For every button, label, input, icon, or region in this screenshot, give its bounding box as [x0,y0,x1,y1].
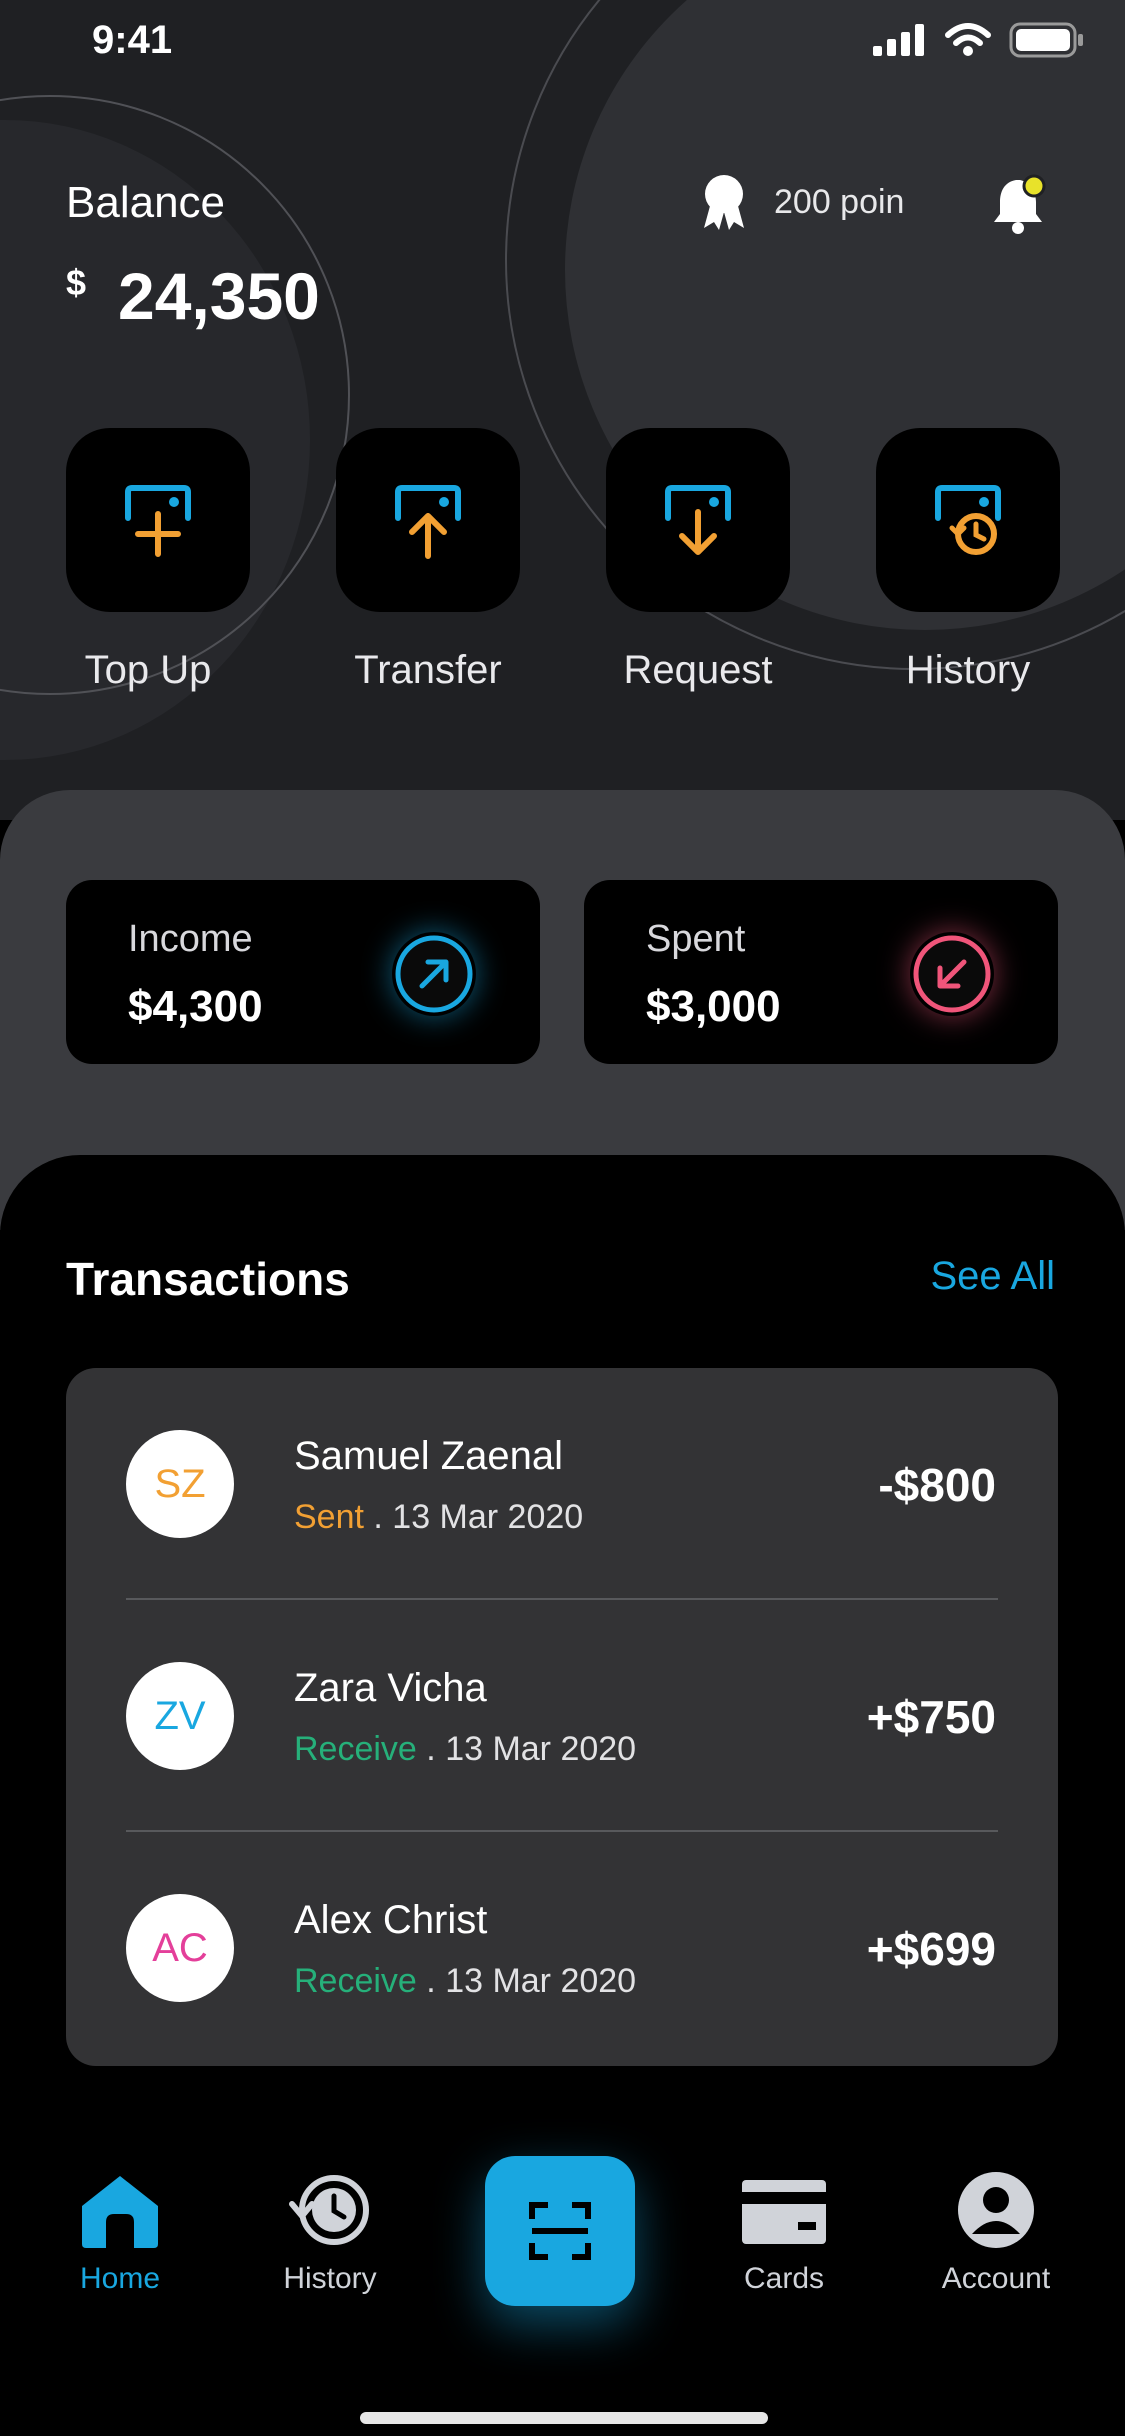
transaction-date: 13 Mar 2020 [445,1730,637,1768]
transfer-label: Transfer [354,648,502,692]
bottom-nav: Home History Cards Account [0,2140,1125,2340]
notification-button[interactable] [990,172,1050,241]
top-up-button[interactable] [66,428,250,612]
nav-home[interactable]: Home [30,2170,210,2296]
transactions-list: SZ Samuel Zaenal Sent . 13 Mar 2020 -$80… [66,1368,1058,2066]
transaction-meta: Sent . 13 Mar 2020 [294,1498,583,1537]
transaction-row[interactable]: SZ Samuel Zaenal Sent . 13 Mar 2020 -$80… [66,1368,1058,1600]
transaction-meta: Receive . 13 Mar 2020 [294,1962,636,2001]
battery-icon [1009,22,1083,58]
spent-card[interactable]: Spent $3,000 [584,880,1058,1064]
transfer-button[interactable] [336,428,520,612]
transaction-date: 13 Mar 2020 [392,1498,584,1536]
scan-icon [529,2202,591,2260]
transaction-row[interactable]: AC Alex Christ Receive . 13 Mar 2020 +$6… [66,1832,1058,2064]
status-time: 9:41 [92,18,173,62]
history-clock-icon [289,2175,369,2245]
points-badge[interactable]: 200 poin [700,172,904,232]
nav-home-label: Home [79,2262,161,2295]
request-icon [665,485,731,555]
transaction-type: Receive [294,1730,417,1768]
award-ribbon-icon [704,175,744,230]
home-icon [82,2176,158,2248]
transaction-name: Samuel Zaenal [294,1434,564,1478]
transaction-separator: . [363,1498,393,1536]
transaction-date: 13 Mar 2020 [445,1962,637,2000]
bell-icon [994,174,1046,234]
spent-label: Spent [646,918,746,960]
history-action-label: History [905,648,1031,692]
balance-currency: $ [66,262,87,303]
transaction-type: Sent [294,1498,364,1536]
wifi-icon [945,23,991,56]
credit-card-icon [742,2180,826,2244]
transactions-title: Transactions [66,1253,350,1305]
income-label: Income [128,918,253,960]
income-arrow-icon [392,932,476,1016]
status-icons [871,22,1085,58]
user-icon [958,2172,1034,2248]
request-button[interactable] [606,428,790,612]
avatar: ZV [126,1662,234,1770]
transaction-type: Receive [294,1962,417,2000]
avatar: AC [126,1894,234,2002]
spent-arrow-icon [910,932,994,1016]
balance-label: Balance [66,178,226,227]
transaction-separator: . [416,1962,446,2000]
points-text: 200 poin [774,182,905,221]
history-icon [935,485,1001,555]
top-up-label: Top Up [84,648,212,692]
transaction-name: Zara Vicha [294,1666,487,1710]
balance-amount: 24,350 [118,259,320,333]
home-indicator [360,2412,768,2424]
avatar: SZ [126,1430,234,1538]
nav-history[interactable]: History [240,2170,420,2296]
transaction-row[interactable]: ZV Zara Vicha Receive . 13 Mar 2020 +$75… [66,1600,1058,1832]
see-all-link[interactable]: See All [930,1254,1055,1299]
nav-cards-label: Cards [743,2262,825,2295]
income-card[interactable]: Income $4,300 [66,880,540,1064]
transaction-amount: -$800 [878,1459,996,1511]
cellular-signal-icon [873,24,924,56]
nav-history-label: History [283,2262,377,2295]
nav-account[interactable]: Account [906,2170,1086,2296]
transaction-separator: . [416,1730,446,1768]
header-section: 9:41 Balance $ 24,350 200 poin Top Up Tr… [0,0,1125,820]
transaction-meta: Receive . 13 Mar 2020 [294,1730,636,1769]
top-up-icon [125,485,191,557]
transfer-icon [395,485,461,559]
request-label: Request [623,648,773,692]
transaction-amount: +$750 [866,1691,996,1743]
spent-value: $3,000 [646,982,781,1031]
status-bar: 9:41 [0,0,1125,90]
income-value: $4,300 [128,982,263,1031]
nav-cards[interactable]: Cards [694,2170,874,2296]
transaction-name: Alex Christ [294,1898,488,1942]
transaction-amount: +$699 [866,1923,996,1975]
scan-button[interactable] [485,2156,635,2306]
history-action-button[interactable] [876,428,1060,612]
nav-account-label: Account [941,2262,1051,2295]
